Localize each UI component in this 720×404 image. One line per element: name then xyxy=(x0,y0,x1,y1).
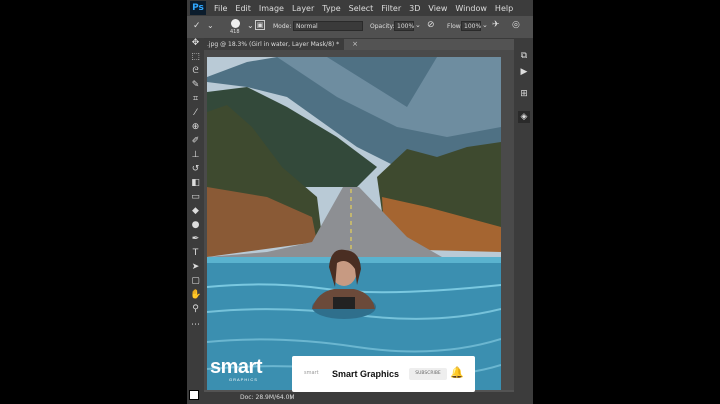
menu-layer[interactable]: Layer xyxy=(292,4,314,13)
opacity-label: Opacity: xyxy=(370,23,395,30)
close-icon[interactable]: × xyxy=(352,39,358,50)
healing-icon[interactable]: ⊕ xyxy=(190,122,201,133)
menu-file[interactable]: File xyxy=(214,4,227,13)
pressure-opacity-icon[interactable]: ⊘ xyxy=(427,20,435,30)
photoshop-logo: Ps xyxy=(190,1,206,15)
options-bar: ✓ ⌄ 418 ⌄ ▣ Mode: Normal Opacity: 100% ⌄… xyxy=(187,16,533,39)
layers-icon[interactable]: ◈ xyxy=(518,111,530,123)
subscribe-banner: smart Smart Graphics SUBSCRIBE 🔔 xyxy=(292,356,475,392)
shape-icon[interactable]: ▢ xyxy=(190,276,201,287)
menu-view[interactable]: View xyxy=(428,4,447,13)
brush-panel-icon[interactable]: ▣ xyxy=(255,20,265,30)
eraser-icon[interactable]: ◧ xyxy=(190,178,201,189)
canvas-area[interactable] xyxy=(204,50,514,390)
menu-filter[interactable]: Filter xyxy=(381,4,401,13)
status-bar: Doc: 28.9M/64.0M › xyxy=(204,392,514,404)
hand-icon[interactable]: ✋ xyxy=(190,290,201,301)
path-select-icon[interactable]: ➤ xyxy=(190,262,201,273)
subscribe-button[interactable]: SUBSCRIBE xyxy=(409,368,447,380)
mode-label: Mode: xyxy=(273,23,292,30)
composite-image xyxy=(207,57,501,390)
gradient-icon[interactable]: ▭ xyxy=(190,192,201,203)
opacity-field[interactable]: 100% xyxy=(394,21,414,31)
document-size-info: Doc: 28.9M/64.0M xyxy=(240,394,295,401)
move-icon[interactable]: ✥ xyxy=(190,38,201,49)
type-icon[interactable]: T xyxy=(190,248,201,259)
document-tab[interactable]: .jpg @ 18.3% (Girl in water, Layer Mask/… xyxy=(204,39,358,50)
channel-name: Smart Graphics xyxy=(332,369,400,379)
eyedropper-icon[interactable]: ⁄ xyxy=(190,108,201,119)
blur-icon[interactable]: ◆ xyxy=(190,206,201,217)
document-title: .jpg @ 18.3% (Girl in water, Layer Mask/… xyxy=(207,41,340,48)
pen-icon[interactable]: ✒ xyxy=(190,234,201,245)
chevron-down-icon[interactable]: ⌄ xyxy=(207,21,214,30)
chevron-down-icon[interactable]: ⌄ xyxy=(247,21,254,30)
panel-dock: ⧉ ▶ ⊞ ◈ xyxy=(514,38,533,404)
bell-icon[interactable]: 🔔 xyxy=(450,366,464,379)
chevron-right-icon[interactable]: › xyxy=(290,392,293,404)
marquee-icon[interactable]: ⬚ xyxy=(190,52,201,63)
zoom-icon[interactable]: ⚲ xyxy=(190,304,201,315)
chevron-down-icon[interactable]: ⌄ xyxy=(482,21,488,29)
history-brush-icon[interactable]: ↺ xyxy=(190,164,201,175)
menu-select[interactable]: Select xyxy=(349,4,374,13)
brush-preview-icon[interactable] xyxy=(231,19,240,28)
brush-size: 418 xyxy=(230,29,240,35)
menu-window[interactable]: Window xyxy=(455,4,487,13)
chevron-down-icon[interactable]: ⌄ xyxy=(415,21,421,29)
document-canvas[interactable] xyxy=(207,57,501,390)
foreground-color-swatch[interactable] xyxy=(189,390,199,400)
menu-bar: Ps File Edit Image Layer Type Select Fil… xyxy=(187,0,533,16)
quick-select-icon[interactable]: ✎ xyxy=(190,80,201,91)
channel-mini-logo: smart xyxy=(304,370,319,376)
mode-select[interactable]: Normal xyxy=(293,21,363,31)
menu-type[interactable]: Type xyxy=(322,4,340,13)
photoshop-window: Ps File Edit Image Layer Type Select Fil… xyxy=(187,0,533,404)
airbrush-icon[interactable]: ✈ xyxy=(492,20,500,30)
smart-graphics-logo-sub: GRAPHICS xyxy=(229,377,258,382)
menu-image[interactable]: Image xyxy=(259,4,284,13)
menu-edit[interactable]: Edit xyxy=(235,4,251,13)
adjustments-icon[interactable]: ⊞ xyxy=(518,88,530,100)
menu-3d[interactable]: 3D xyxy=(409,4,420,13)
tools-panel: ✥ ⬚ ᘓ ✎ ⌗ ⁄ ⊕ ✐ ⊥ ↺ ◧ ▭ ◆ ● ✒ T ➤ ▢ ✋ ⚲ … xyxy=(187,38,204,404)
flow-field[interactable]: 100% xyxy=(461,21,481,31)
actions-icon[interactable]: ▶ xyxy=(518,66,530,78)
more-tools-icon[interactable]: ⋯ xyxy=(190,320,201,331)
dodge-icon[interactable]: ● xyxy=(190,220,201,231)
crop-icon[interactable]: ⌗ xyxy=(190,94,201,105)
history-icon[interactable]: ⧉ xyxy=(518,50,530,62)
menu-help[interactable]: Help xyxy=(495,4,513,13)
stamp-icon[interactable]: ⊥ xyxy=(190,150,201,161)
brush-icon[interactable]: ✐ xyxy=(190,136,201,147)
lasso-icon[interactable]: ᘓ xyxy=(190,66,201,77)
brush-preset-icon[interactable]: ✓ xyxy=(193,21,201,31)
pressure-size-icon[interactable]: ◎ xyxy=(512,20,520,30)
smart-graphics-logo: smart xyxy=(210,356,262,378)
